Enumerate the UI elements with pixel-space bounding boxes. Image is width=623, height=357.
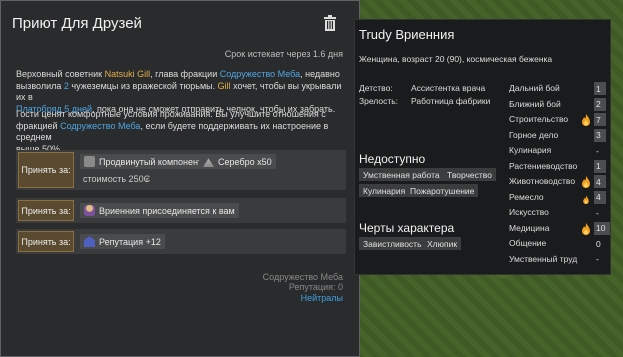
pawn-icon [84,205,95,216]
pawn-name: Trudy Вриенния [359,27,455,42]
leader-name: Natsuki Gill [104,69,151,79]
silver-icon [203,158,214,167]
component-icon [84,156,95,167]
accept-button[interactable]: Принять за: [18,152,74,188]
pawn-description: Женщина, возраст 20 (90), космическая бе… [359,54,553,64]
reward-item-reputation: Репутация +12 [80,234,165,249]
skill-level: 2 [594,97,606,111]
reward-item-pawn: Вриенния присоединяется к вам [80,203,239,218]
unavailable-tag[interactable]: Творчество [443,168,496,181]
reward-item-components: Продвинутый компонент [80,154,207,169]
skill-name[interactable]: Умственный труд [509,254,577,264]
reward-option-3: Принять за: Репутация +12 [16,229,346,254]
skill-name[interactable]: Строительство [509,114,568,124]
skill-level: 4 [594,175,606,188]
skill-level: - [596,145,599,156]
accept-button[interactable]: Принять за: [18,200,74,221]
quest-dialog: Приют Для Друзей Срок истекает через 1.6… [0,0,360,357]
reward-item-silver: Серебро x50 [199,154,276,169]
trait-tag[interactable]: Завистливость [359,237,426,250]
reward-option-1: Принять за: Продвинутый компонент Серебр… [16,150,346,190]
skill-name[interactable]: Искусство [509,207,549,217]
accept-button[interactable]: Принять за: [18,231,74,252]
passion-flame-icon [581,175,591,188]
footer-relation-status[interactable]: Нейтралы [301,293,343,303]
skill-level: - [596,254,599,264]
skill-name[interactable]: Кулинария [509,145,551,155]
quest-title: Приют Для Друзей [12,15,142,32]
skill-level: 7 [594,113,606,126]
skill-level: - [596,207,599,218]
unavailable-tag[interactable]: Умственная работа [359,168,444,181]
faction-icon [84,236,95,247]
skill-level: 3 [594,128,606,142]
skill-level: 4 [594,190,606,204]
skill-name[interactable]: Общение [509,238,546,248]
footer-reputation: Репутация: 0 [288,282,343,292]
quest-conditions: Гости ценят комфортные условия проживани… [16,109,329,154]
adulthood-value[interactable]: Работница фабрики [411,96,490,106]
skill-name[interactable]: Дальний бой [509,83,560,93]
skill-name[interactable]: Животноводство [509,176,575,186]
adulthood-label: Зрелость: [359,96,399,106]
footer-faction-name: Содружество Меба [262,272,343,282]
skill-name[interactable]: Ремесло [509,192,544,202]
expiry-text: Срок истекает через 1.6 дня [224,49,343,59]
unavailable-heading: Недоступно [359,152,426,166]
pawn-info-panel: Trudy Вриенния Женщина, возраст 20 (90),… [354,19,611,275]
skill-level: 1 [594,82,606,95]
unavailable-tag[interactable]: Кулинария [359,184,410,197]
passion-flame-icon [581,113,591,126]
trash-icon[interactable] [323,15,337,31]
skill-name[interactable]: Горное дело [509,130,558,140]
skill-name[interactable]: Растениеводство [509,161,577,171]
skill-level: 1 [594,159,606,173]
passion-flame-icon [581,222,591,235]
childhood-label: Детство: [359,83,393,93]
traits-heading: Черты характера [359,221,455,235]
minor-passion-flame-icon [581,191,591,204]
faction-link[interactable]: Содружество Меба [220,69,300,79]
skill-level: 0 [596,238,601,249]
reward-option-2: Принять за: Вриенния присоединяется к ва… [16,198,346,223]
childhood-value[interactable]: Ассистентка врача [411,83,485,93]
reward-value: стоимость 250₢ [83,174,151,184]
skill-name[interactable]: Медицина [509,223,549,233]
trait-tag[interactable]: Хлюпик [423,237,462,250]
skill-level: 10 [594,221,610,235]
skill-name[interactable]: Ближний бой [509,99,561,109]
unavailable-tag[interactable]: Пожаротушение [406,184,479,197]
